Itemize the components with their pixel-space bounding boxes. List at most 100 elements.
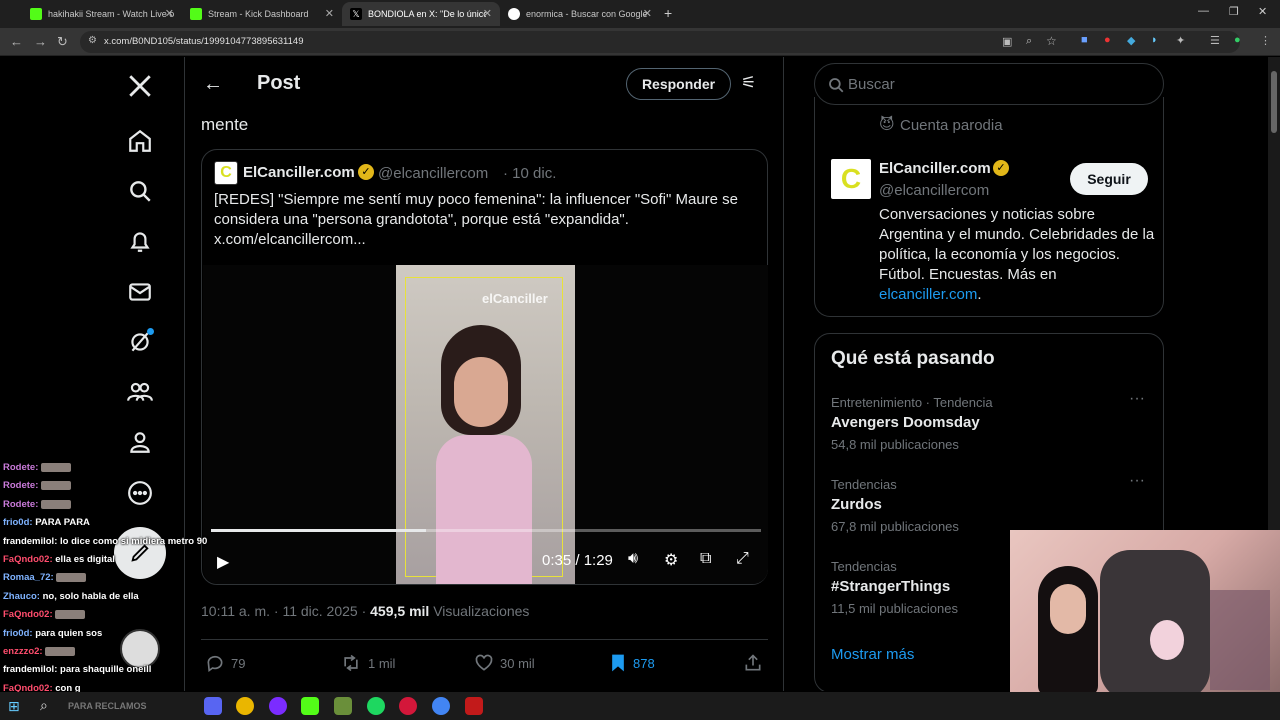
- reload-icon[interactable]: ↻: [57, 34, 68, 50]
- search-placeholder: Buscar: [848, 76, 895, 93]
- chat-username[interactable]: frio0d:: [3, 628, 35, 639]
- kick-icon: [190, 8, 202, 20]
- close-icon[interactable]: ✕: [643, 7, 652, 20]
- quoted-author-name[interactable]: ElCanciller.com: [243, 164, 355, 181]
- back-icon[interactable]: ←: [10, 34, 23, 49]
- window-close-button[interactable]: ✕: [1258, 5, 1267, 18]
- cast-icon[interactable]: ▣: [1002, 35, 1012, 48]
- os-taskbar: ⊞ ⌕ PARA RECLAMOS: [0, 692, 1280, 720]
- chat-message: frandemilol: para shaquille oneill: [3, 664, 151, 675]
- video-settings-icon[interactable]: ⚙: [664, 550, 678, 570]
- close-icon[interactable]: ✕: [325, 7, 334, 20]
- chat-username[interactable]: frandemilol:: [3, 536, 60, 547]
- chrome-icon[interactable]: [432, 697, 450, 715]
- chat-username[interactable]: Rodete:: [3, 499, 41, 510]
- notifications-icon[interactable]: [124, 225, 156, 257]
- maximize-button[interactable]: ❐: [1229, 5, 1239, 18]
- video-player[interactable]: elCanciller ▶ 0:35 / 1:29 🔊︎ ⚙ ⧉ ⤢: [203, 265, 768, 584]
- video-frame: elCanciller: [396, 265, 575, 584]
- share-icon[interactable]: [743, 653, 763, 678]
- chat-message: Romaa_72:: [3, 572, 87, 583]
- video-progress-track[interactable]: [211, 529, 761, 532]
- extension-icon[interactable]: ◆: [1127, 34, 1135, 47]
- fullscreen-icon[interactable]: ⤢: [736, 550, 749, 568]
- sidepanel-icon[interactable]: ☰: [1210, 34, 1220, 47]
- discord-icon[interactable]: [204, 697, 222, 715]
- puzzle-icon[interactable]: ✦: [1176, 34, 1185, 47]
- reply-button[interactable]: Responder: [626, 68, 731, 100]
- search-icon[interactable]: ⌕: [40, 697, 48, 714]
- app-icon[interactable]: [269, 697, 287, 715]
- quoted-post[interactable]: C ElCanciller.com ✓ @elcancillercom · 10…: [201, 149, 768, 585]
- zoom-icon[interactable]: ⌕: [1026, 35, 1032, 48]
- canciller-avatar[interactable]: C: [831, 159, 871, 199]
- show-more-link[interactable]: Mostrar más: [831, 646, 914, 663]
- windows-start-icon[interactable]: ⊞: [8, 698, 20, 715]
- opera-icon[interactable]: [399, 697, 417, 715]
- chat-username[interactable]: Rodete:: [3, 480, 41, 491]
- tab-bondiola[interactable]: 𝕏 BONDIOLA en X: "De lo único q ✕: [342, 2, 500, 26]
- chat-username[interactable]: Romaa_72:: [3, 572, 56, 583]
- chrome-icon[interactable]: [236, 697, 254, 715]
- bookmark-star-icon[interactable]: ☆: [1046, 34, 1057, 48]
- chat-username[interactable]: frio0d:: [3, 517, 35, 528]
- chat-username[interactable]: enzzzo2:: [3, 646, 45, 657]
- chat-username[interactable]: frandemilol:: [3, 664, 60, 675]
- chat-username[interactable]: Zhauco:: [3, 591, 43, 602]
- repost-action[interactable]: 1 mil: [340, 653, 395, 673]
- site-info-icon[interactable]: ⚙: [88, 35, 97, 46]
- forward-icon[interactable]: →: [34, 34, 47, 49]
- app-icon[interactable]: [465, 697, 483, 715]
- tab-kick-dashboard[interactable]: Stream - Kick Dashboard ✕: [182, 2, 342, 26]
- canciller-avatar[interactable]: C: [214, 161, 238, 185]
- close-icon[interactable]: ✕: [483, 7, 492, 20]
- chat-emote: [45, 646, 76, 656]
- volume-icon[interactable]: 🔊︎: [628, 550, 638, 568]
- trending-title: Qué está pasando: [831, 348, 995, 369]
- profile-handle: @elcancillercom: [879, 182, 990, 199]
- like-count: 30 mil: [500, 655, 535, 671]
- tab-google[interactable]: enormica - Buscar con Google ✕: [500, 2, 660, 26]
- more-options-icon[interactable]: ···: [1129, 472, 1145, 490]
- webcam-chair: [1100, 550, 1210, 692]
- extension-icon[interactable]: ■: [1081, 34, 1088, 46]
- chat-username[interactable]: FaQndo02:: [3, 554, 55, 565]
- home-icon[interactable]: [124, 125, 156, 157]
- profile-name[interactable]: ElCanciller.com: [879, 160, 991, 177]
- chat-message: Rodete:: [3, 480, 71, 491]
- extension-icon[interactable]: ●: [1104, 34, 1111, 46]
- search-icon[interactable]: [124, 175, 156, 207]
- trend-name: Zurdos: [831, 496, 882, 513]
- minecraft-icon[interactable]: [334, 697, 352, 715]
- bookmark-action[interactable]: 878: [609, 653, 655, 673]
- new-tab-button[interactable]: +: [664, 5, 672, 21]
- close-icon[interactable]: ✕: [165, 7, 174, 20]
- profile-icon[interactable]: [124, 426, 156, 458]
- menu-icon[interactable]: ⋮: [1260, 34, 1271, 47]
- chat-text: para quien sos: [35, 627, 103, 639]
- messages-icon[interactable]: [124, 276, 156, 308]
- kick-icon[interactable]: [301, 697, 319, 715]
- x-logo-icon[interactable]: [124, 70, 156, 102]
- picture-in-picture-icon[interactable]: ⧉: [700, 550, 711, 568]
- settings-sliders-icon[interactable]: ⚟: [741, 73, 756, 93]
- extension-icon[interactable]: ◗: [1151, 34, 1158, 46]
- scrollbar-thumb[interactable]: [1271, 71, 1277, 133]
- video-watermark: elCanciller: [482, 291, 548, 306]
- grok-icon[interactable]: [124, 326, 156, 358]
- communities-icon[interactable]: [124, 376, 156, 408]
- chat-username[interactable]: FaQndo02:: [3, 609, 55, 620]
- more-options-icon[interactable]: ···: [1129, 390, 1145, 408]
- minimize-button[interactable]: —: [1198, 5, 1209, 17]
- follow-button[interactable]: Seguir: [1070, 163, 1148, 195]
- like-action[interactable]: 30 mil: [474, 653, 535, 673]
- back-arrow-icon[interactable]: ←: [203, 73, 223, 96]
- profile-link[interactable]: elcanciller.com: [879, 286, 977, 303]
- trend-item[interactable]: Entretenimiento · Tendencia Avengers Doo…: [815, 386, 1163, 468]
- profile-avatar-icon[interactable]: ●: [1234, 34, 1241, 46]
- spotify-icon[interactable]: [367, 697, 385, 715]
- chat-username[interactable]: Rodete:: [3, 462, 41, 473]
- video-progress-fill: [211, 529, 426, 532]
- url-field[interactable]: ⚙ x.com/B0ND105/status/19991047738956311…: [80, 31, 1240, 53]
- tab-hakihakii[interactable]: hakihakii Stream - Watch Live o ✕: [22, 2, 182, 26]
